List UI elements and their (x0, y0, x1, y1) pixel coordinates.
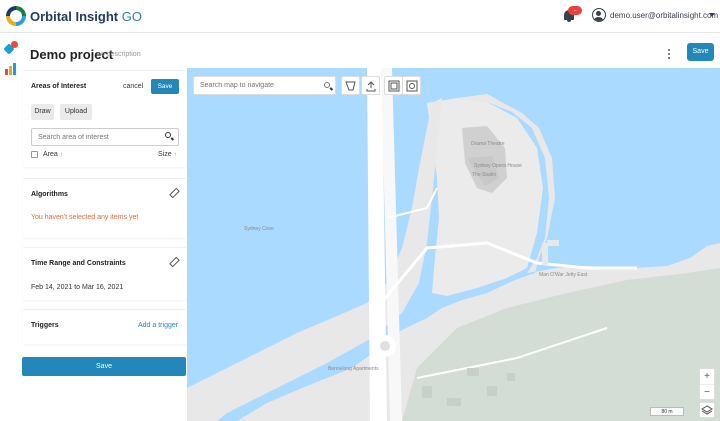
user-avatar-icon[interactable] (592, 8, 606, 22)
chevron-down-icon[interactable] (709, 13, 715, 17)
map-label-cove: Sydney Cove (244, 226, 274, 232)
zoom-control: + − (699, 368, 715, 400)
pencil-icon[interactable] (169, 188, 178, 197)
algorithms-empty-message: You haven't selected any items yet (31, 214, 139, 221)
select-all-checkbox[interactable] (31, 151, 38, 158)
top-bar: Orbital Insight GO .. demo.user@orbitali… (0, 0, 720, 33)
image-icon (388, 80, 400, 92)
zoom-in-button[interactable]: + (700, 369, 714, 384)
left-rail (0, 33, 22, 421)
upload-icon (366, 81, 376, 92)
pencil-icon[interactable] (169, 257, 178, 266)
logo-icon[interactable] (6, 6, 26, 26)
map-label-apartments: Bennelong Apartments (328, 366, 379, 372)
area-column-header[interactable]: Area ↑ (43, 151, 63, 158)
draw-button[interactable]: Draw (31, 104, 54, 120)
building-shape (507, 373, 515, 381)
settings-tool[interactable] (402, 76, 421, 95)
sort-icon: ↑ (173, 152, 177, 158)
analytics-icon[interactable] (5, 63, 18, 75)
size-column-header[interactable]: Size ↑ (158, 151, 177, 158)
sidebar-save-button[interactable]: Save (22, 357, 186, 376)
map-label-opera-house: Sydney Opera House (474, 163, 522, 169)
aoi-save-button[interactable]: Save (151, 79, 179, 94)
search-icon[interactable] (165, 132, 171, 138)
upload-tool[interactable] (361, 76, 380, 95)
map-label-wharf: Man O'War Jetty East (539, 272, 588, 278)
notification-badge: .. (568, 6, 582, 15)
layers-icon (701, 405, 713, 415)
jetty (547, 240, 559, 246)
aoi-title: Areas of Interest (31, 83, 87, 90)
jetty (542, 243, 548, 265)
aoi-cancel-button[interactable]: cancel (123, 83, 143, 90)
settings-icon (406, 80, 418, 92)
sort-icon: ↑ (59, 152, 63, 158)
map-label-theatre: Drama Theatre (471, 141, 505, 147)
zoom-out-button[interactable]: − (700, 384, 714, 399)
draw-polygon-tool[interactable] (341, 76, 360, 95)
search-icon[interactable] (324, 82, 330, 88)
scale-bar: 80 m (650, 407, 684, 416)
map-canvas[interactable] (187, 68, 720, 421)
layers-button[interactable] (699, 402, 715, 418)
project-description[interactable]: no description (97, 51, 141, 58)
image-tool[interactable] (384, 76, 403, 95)
building-shape (422, 386, 432, 398)
project-save-button[interactable]: Save (687, 43, 714, 61)
brand-title[interactable]: Orbital Insight GO (30, 9, 142, 24)
time-range-card: Time Range and Constraints Feb 14, 2021 … (23, 247, 186, 300)
roundabout (380, 341, 390, 351)
aoi-search-input[interactable] (31, 128, 179, 146)
time-range-title: Time Range and Constraints (31, 260, 126, 267)
date-range-value: Feb 14, 2021 to Mar 16, 2021 (31, 284, 124, 291)
aoi-card: Areas of Interest cancel Save Draw Uploa… (23, 70, 186, 167)
map-search-input[interactable] (193, 76, 336, 95)
user-email[interactable]: demo.user@orbitalinsight.com (610, 11, 718, 20)
triggers-card: Triggers Add a trigger (23, 309, 186, 344)
map-label-studio: The Studio (472, 172, 497, 178)
building-shape (467, 368, 479, 376)
map-view[interactable]: Sydney Cove Drama Theatre Sydney Opera H… (187, 68, 720, 421)
kebab-icon[interactable] (666, 48, 672, 60)
draw-polygon-icon (345, 81, 356, 91)
algorithms-card: Algorithms You haven't selected any item… (23, 178, 186, 238)
building-shape (447, 398, 461, 406)
algorithms-title: Algorithms (31, 191, 68, 198)
add-trigger-link[interactable]: Add a trigger (138, 322, 178, 329)
building-shape (487, 386, 497, 396)
upload-button[interactable]: Upload (60, 104, 92, 120)
triggers-title: Triggers (31, 322, 59, 329)
projects-icon[interactable] (3, 41, 19, 55)
